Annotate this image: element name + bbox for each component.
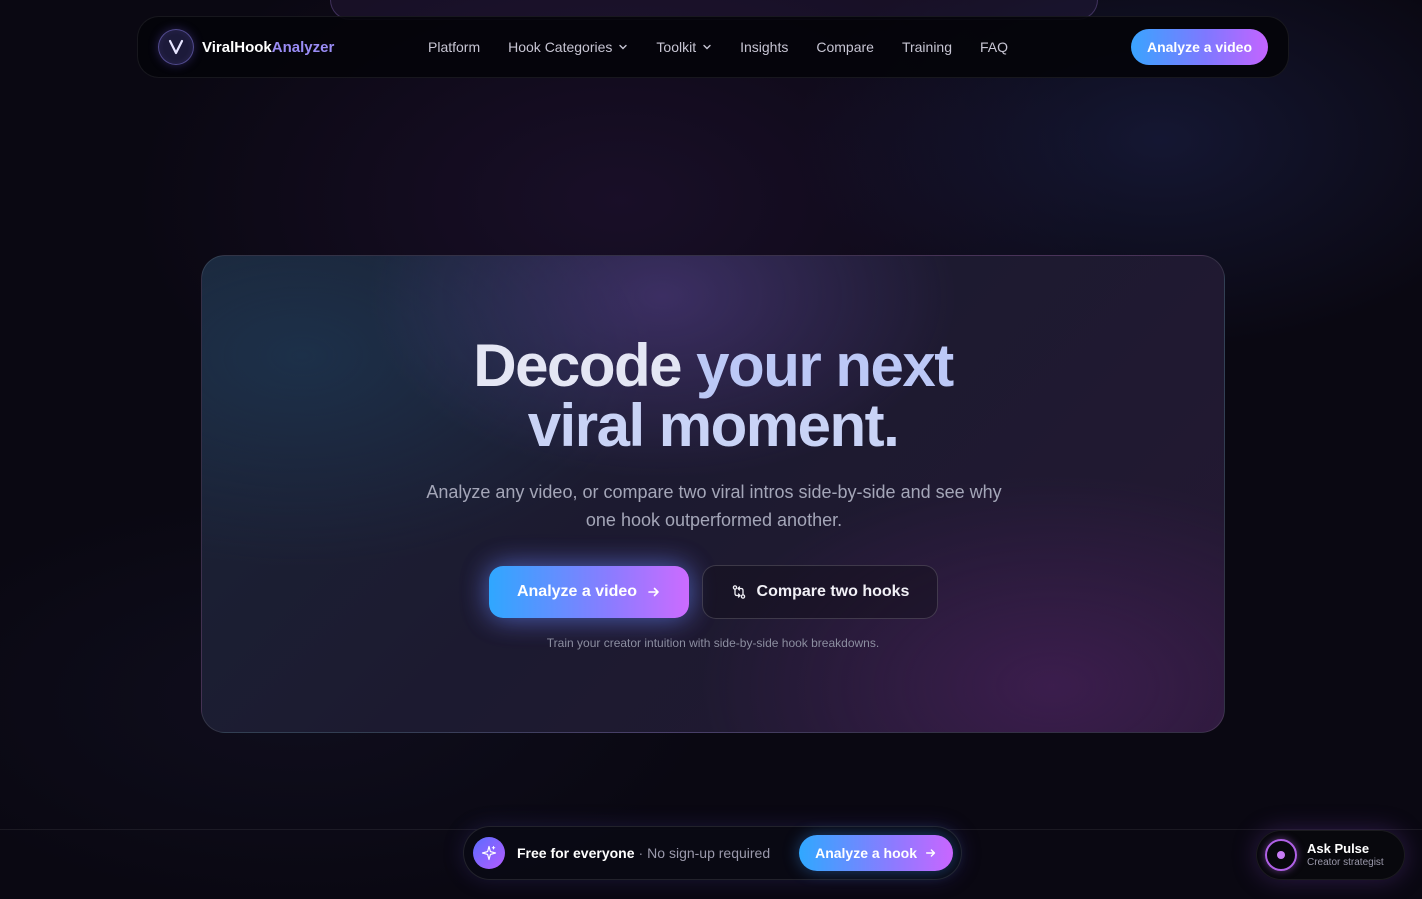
analyze-hook-label: Analyze a hook bbox=[815, 845, 917, 861]
nav-link-faq[interactable]: FAQ bbox=[980, 39, 1008, 55]
nav-link-label: Compare bbox=[816, 39, 874, 55]
nav-link-label: Training bbox=[901, 39, 952, 55]
nav-link-training[interactable]: Training bbox=[902, 39, 952, 55]
pulse-ring-icon bbox=[1265, 839, 1297, 871]
promo-bar: Free for everyone · No sign-up required … bbox=[463, 826, 962, 880]
nav-link-platform[interactable]: Platform bbox=[428, 39, 480, 55]
promo-separator: · bbox=[638, 845, 644, 861]
promo-bold-text: Free for everyone bbox=[517, 845, 635, 861]
pulse-subtitle: Creator strategist bbox=[1307, 857, 1384, 868]
pulse-title: Ask Pulse bbox=[1307, 841, 1370, 856]
v-logo-icon bbox=[158, 29, 194, 65]
nav-link-label: Insights bbox=[740, 39, 789, 55]
arrow-right-icon bbox=[925, 849, 936, 857]
analyze-hook-button[interactable]: Analyze a hook bbox=[799, 835, 953, 871]
brand-name: ViralHookAnalyzer bbox=[202, 39, 334, 56]
nav-link-label: Platform bbox=[428, 39, 481, 55]
hero-title-line2: viral moment. bbox=[527, 392, 900, 459]
brand-name-main: ViralHook bbox=[202, 38, 272, 56]
nav-link-label: FAQ bbox=[980, 39, 1009, 55]
sparkle-icon bbox=[473, 837, 505, 869]
nav-analyze-video-button[interactable]: Analyze a video bbox=[1130, 29, 1268, 65]
hero-subtitle: Analyze any video, or compare two viral … bbox=[426, 482, 1002, 530]
hero-compare-hooks-label: Compare two hooks bbox=[756, 583, 910, 600]
arrow-right-icon bbox=[648, 587, 659, 597]
hero-card: Decode your next viral moment. Analyze a… bbox=[201, 255, 1225, 733]
hero-title-your-next: your next bbox=[696, 332, 954, 399]
nav-link-compare[interactable]: Compare bbox=[816, 39, 874, 55]
hero-note: Train your creator intuition with side-b… bbox=[546, 636, 880, 650]
hero-title: Decode your next viral moment. bbox=[202, 336, 1224, 456]
nav-link-insights[interactable]: Insights bbox=[740, 39, 788, 55]
hero-title-word-decode: Decode bbox=[473, 332, 682, 399]
chevron-down-icon bbox=[703, 44, 711, 50]
hero-analyze-video-label: Analyze a video bbox=[516, 583, 638, 600]
hero-compare-hooks-button[interactable]: Compare two hooks bbox=[702, 565, 938, 619]
brand[interactable]: ViralHookAnalyzer bbox=[158, 29, 418, 65]
chevron-down-icon bbox=[619, 44, 628, 50]
nav-link-toolkit[interactable]: Toolkit bbox=[656, 39, 712, 55]
pulse-text: Ask Pulse Creator strategist bbox=[1307, 841, 1384, 869]
nav-link-label: Toolkit bbox=[656, 39, 697, 55]
brand-name-accent: Analyzer bbox=[271, 38, 335, 56]
hero-analyze-video-button[interactable]: Analyze a video bbox=[489, 566, 689, 618]
ask-pulse-widget[interactable]: Ask Pulse Creator strategist bbox=[1256, 830, 1405, 880]
nav-link-hook-categories[interactable]: Hook Categories bbox=[508, 39, 628, 55]
top-navbar: ViralHookAnalyzer Platform Hook Categori… bbox=[137, 16, 1289, 78]
compare-arrows-icon bbox=[732, 585, 745, 599]
promo-muted-text: No sign-up required bbox=[647, 845, 771, 861]
pulse-dot bbox=[1277, 851, 1285, 859]
nav-links: Platform Hook Categories Toolkit Insight… bbox=[428, 39, 1008, 55]
nav-link-label: Hook Categories bbox=[508, 39, 613, 55]
